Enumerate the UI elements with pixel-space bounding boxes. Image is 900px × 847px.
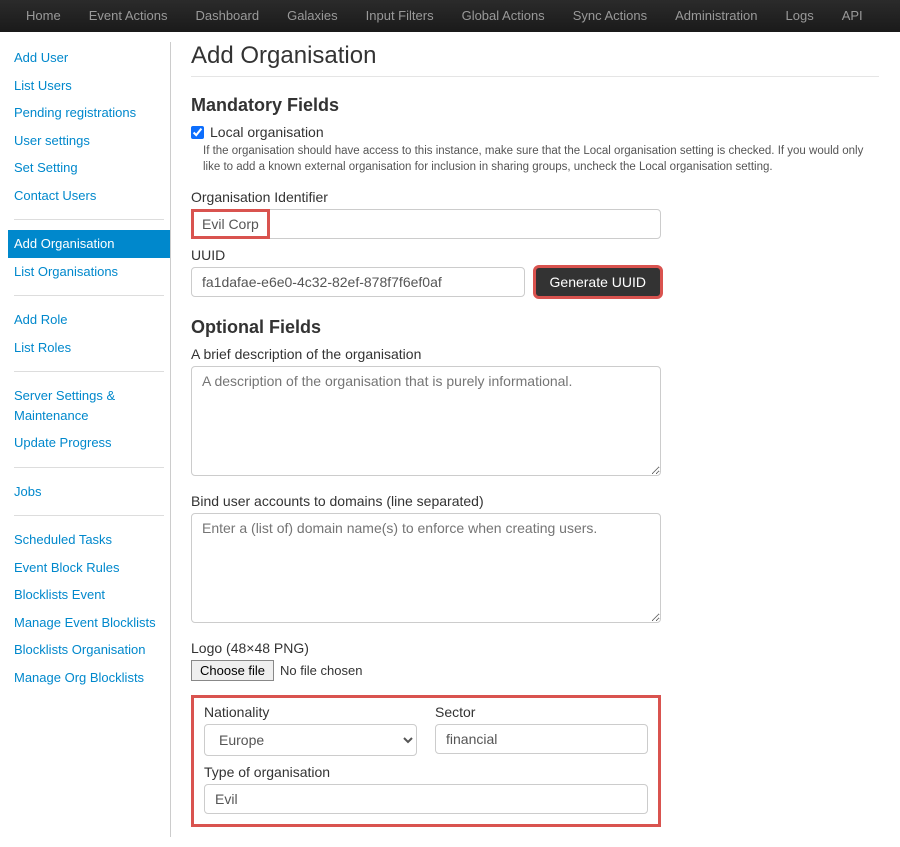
logo-label: Logo (48×48 PNG) [191, 640, 879, 656]
sidebar-item-manage-event-blocklists[interactable]: Manage Event Blocklists [8, 609, 170, 637]
sidebar: Add UserList UsersPending registrationsU… [0, 32, 170, 847]
topnav-sync-actions[interactable]: Sync Actions [559, 0, 661, 32]
sidebar-item-blocklists-organisation[interactable]: Blocklists Organisation [8, 636, 170, 664]
uuid-input[interactable] [191, 267, 525, 297]
type-of-organisation-label: Type of organisation [204, 764, 648, 780]
sidebar-item-event-block-rules[interactable]: Event Block Rules [8, 554, 170, 582]
sector-input[interactable] [435, 724, 648, 754]
org-identifier-label: Organisation Identifier [191, 189, 879, 205]
bind-domains-label: Bind user accounts to domains (line sepa… [191, 493, 879, 509]
sidebar-item-pending-registrations[interactable]: Pending registrations [8, 99, 170, 127]
local-org-help-text: If the organisation should have access t… [203, 144, 879, 175]
sidebar-item-user-settings[interactable]: User settings [8, 127, 170, 155]
topnav-logs[interactable]: Logs [772, 0, 828, 32]
sidebar-item-add-role[interactable]: Add Role [8, 306, 170, 334]
bind-domains-textarea[interactable] [191, 513, 661, 623]
nationality-label: Nationality [204, 704, 417, 720]
nationality-select[interactable]: Europe [204, 724, 417, 756]
topnav-dashboard[interactable]: Dashboard [181, 0, 273, 32]
sidebar-item-contact-users[interactable]: Contact Users [8, 182, 170, 210]
local-organisation-checkbox[interactable] [191, 126, 204, 139]
optional-fields-heading: Optional Fields [191, 317, 879, 338]
sidebar-item-add-organisation[interactable]: Add Organisation [8, 230, 170, 258]
type-of-organisation-input[interactable] [204, 784, 648, 814]
main-content: Add Organisation Mandatory Fields Local … [179, 32, 899, 847]
sidebar-item-list-users[interactable]: List Users [8, 72, 170, 100]
sidebar-item-add-user[interactable]: Add User [8, 44, 170, 72]
sidebar-item-manage-org-blocklists[interactable]: Manage Org Blocklists [8, 664, 170, 692]
sidebar-item-jobs[interactable]: Jobs [8, 478, 170, 506]
topnav-galaxies[interactable]: Galaxies [273, 0, 352, 32]
topnav-api[interactable]: API [828, 0, 877, 32]
top-nav: HomeEvent ActionsDashboardGalaxiesInput … [0, 0, 900, 32]
sidebar-item-update-progress[interactable]: Update Progress [8, 429, 170, 457]
mandatory-fields-heading: Mandatory Fields [191, 95, 879, 116]
sidebar-item-set-setting[interactable]: Set Setting [8, 154, 170, 182]
topnav-input-filters[interactable]: Input Filters [352, 0, 448, 32]
generate-uuid-button[interactable]: Generate UUID [535, 267, 661, 297]
sidebar-item-scheduled-tasks[interactable]: Scheduled Tasks [8, 526, 170, 554]
description-textarea[interactable] [191, 366, 661, 476]
topnav-home[interactable]: Home [12, 0, 75, 32]
topnav-global-actions[interactable]: Global Actions [448, 0, 559, 32]
description-label: A brief description of the organisation [191, 346, 879, 362]
topnav-event-actions[interactable]: Event Actions [75, 0, 182, 32]
sidebar-item-list-roles[interactable]: List Roles [8, 334, 170, 362]
local-organisation-label: Local organisation [210, 124, 324, 140]
file-status-text: No file chosen [280, 663, 362, 678]
sector-label: Sector [435, 704, 648, 720]
uuid-label: UUID [191, 247, 879, 263]
sidebar-item-server-settings-maintenance[interactable]: Server Settings & Maintenance [8, 382, 170, 429]
topnav-administration[interactable]: Administration [661, 0, 771, 32]
sidebar-item-blocklists-event[interactable]: Blocklists Event [8, 581, 170, 609]
page-title: Add Organisation [191, 42, 879, 70]
org-identifier-input[interactable] [191, 209, 661, 239]
sidebar-item-list-organisations[interactable]: List Organisations [8, 258, 170, 286]
choose-file-button[interactable]: Choose file [191, 660, 274, 681]
